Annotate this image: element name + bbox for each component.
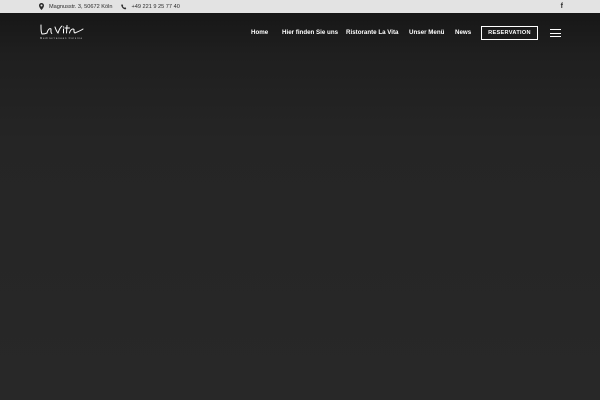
nav-item-ristorante-la-vita[interactable]: Ristorante La Vita [346, 26, 399, 40]
facebook-icon[interactable]: f [561, 3, 563, 10]
contact-info: Magnusstr. 3, 50672 Köln +49 221 9 25 77… [38, 3, 180, 11]
nav-item-hier-finden-sie-uns[interactable]: Hier finden Sie uns [282, 26, 338, 40]
phone-icon [120, 3, 127, 11]
top-info-bar: Magnusstr. 3, 50672 Köln +49 221 9 25 77… [0, 0, 600, 13]
map-pin-icon [38, 3, 44, 11]
phone-link[interactable]: +49 221 9 25 77 40 [131, 4, 179, 10]
reservation-button[interactable]: RESERVATION [481, 26, 538, 40]
hero-section [0, 55, 600, 400]
hamburger-menu-icon[interactable] [550, 29, 561, 38]
nav-item-home[interactable]: Home [251, 26, 268, 40]
nav-item-news[interactable]: News [455, 26, 471, 40]
address-text: Magnusstr. 3, 50672 Köln [49, 3, 113, 10]
nav-item-unser-menu[interactable]: Unser Menü [409, 26, 444, 40]
